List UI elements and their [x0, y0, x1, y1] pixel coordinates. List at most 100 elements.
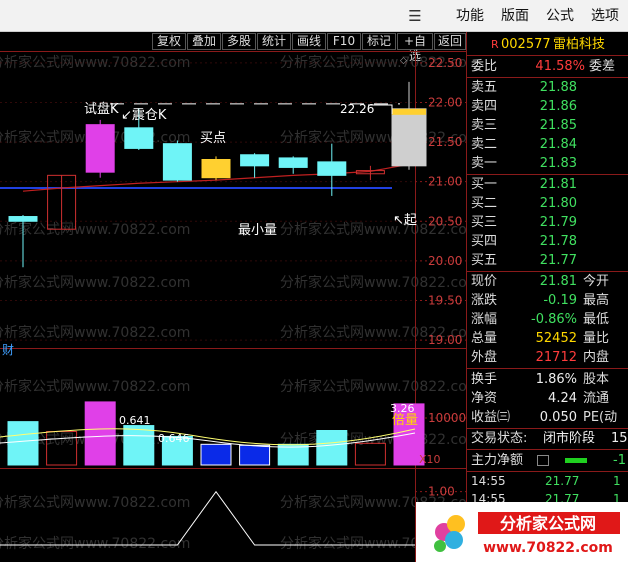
main-net-label: 主力净额	[471, 453, 524, 468]
add-watchlist-button[interactable]: +自选	[397, 33, 433, 63]
tick-price: 21.77	[545, 474, 580, 488]
sell-row: 卖一 21.83	[467, 154, 628, 173]
restore-rights-button[interactable]: 复权	[152, 33, 186, 50]
vol-axis-label: 10000	[428, 411, 466, 425]
menu-list-icon[interactable]: ☰	[405, 7, 425, 25]
stat-row: 外盘 21712 内盘	[467, 348, 628, 367]
buy4-label: 买四	[471, 234, 498, 249]
menu-layout[interactable]: 版面	[501, 6, 529, 26]
sell2-price: 21.84	[539, 137, 577, 152]
price-label: 现价	[471, 274, 498, 289]
r-marker: R	[491, 38, 499, 51]
chart-toolbar: 复权 叠加 多股 统计 画线 F10 标记 +自选 返回	[150, 32, 466, 63]
vol-annotation-1: 0.641	[119, 414, 151, 427]
sell1-price: 21.83	[539, 156, 577, 171]
stock-code[interactable]: 002577	[501, 35, 551, 54]
statistics-button[interactable]: 统计	[257, 33, 291, 50]
buy1-price: 21.81	[539, 177, 577, 192]
weibi-value: 41.58%	[535, 59, 585, 74]
volume-bar	[200, 443, 232, 466]
menu-formula[interactable]: 公式	[546, 6, 574, 26]
eps-label: 收益㈢	[471, 410, 511, 425]
stock-name[interactable]: 雷柏科技	[553, 35, 605, 54]
price-axis-label: 21.00	[428, 175, 462, 189]
draw-line-button[interactable]: 画线	[292, 33, 326, 50]
float-label: 流通	[583, 391, 610, 406]
volume-label: 总量	[471, 331, 498, 346]
volume-bar	[84, 401, 116, 466]
vol-multiplier-label[interactable]: X10	[419, 453, 441, 466]
change-value: -0.19	[543, 293, 577, 308]
sell-row: 卖三 21.85	[467, 116, 628, 135]
kline-chart-area[interactable]: 分析家公式网www.70822.com 分析家公式网www.70822.com 分析…	[0, 51, 480, 562]
sell1-label: 卖一	[471, 156, 498, 171]
watermark-logo: 分析家公式网 www.70822.com	[416, 502, 628, 562]
kline-chart-svg[interactable]: 分析家公式网www.70822.com 分析家公式网www.70822.com 分析…	[0, 51, 480, 562]
high-price-label: 22.26	[340, 102, 374, 116]
buy1-label: 买一	[471, 177, 498, 192]
open-label: 今开	[583, 274, 610, 289]
stat2-row: 收益㈢ 0.050 PE(动	[467, 408, 628, 427]
shi-pan-label: 试盘K	[84, 101, 119, 117]
share-capital-label: 股本	[583, 372, 610, 387]
quote-panel: R 002577 雷柏科技 委比 41.58% 委差 卖五 21.88 卖四 21.…	[466, 32, 628, 562]
watermark-text: 分析家公式网www.70822.com	[280, 274, 466, 291]
overlay-button[interactable]: 叠加	[187, 33, 221, 50]
candle-body	[278, 157, 308, 168]
sell3-label: 卖三	[471, 118, 498, 133]
zhen-cang-label: ↙震仓K	[121, 108, 167, 123]
watermark-text: 分析家公式网www.70822.com	[0, 378, 190, 395]
watermark-text: 分析家公式网www.70822.com	[280, 378, 466, 395]
candle-body	[391, 108, 427, 167]
main-net-value: -1	[613, 453, 626, 468]
watermark-text: 分析家公式网www.70822.com	[0, 221, 190, 238]
stock-header: R 002577 雷柏科技	[467, 35, 628, 54]
candle-body	[201, 159, 231, 179]
price-axis-label: 21.50	[428, 135, 462, 149]
stat-row: 现价 21.81 今开	[467, 272, 628, 291]
mark-button[interactable]: 标记	[362, 33, 396, 50]
sell5-label: 卖五	[471, 80, 498, 95]
stat-row: 涨跌 -0.19 最高	[467, 291, 628, 310]
expand-icon[interactable]	[537, 455, 549, 466]
menu-options[interactable]: 选项	[591, 6, 619, 26]
price-axis-label: 20.00	[428, 254, 462, 268]
finance-tag[interactable]: 财	[2, 343, 14, 357]
tick-vol: 1	[613, 474, 621, 488]
sell2-label: 卖二	[471, 137, 498, 152]
turnover-value: 1.86%	[535, 372, 577, 387]
top-menu-bar: ☰ 功能 版面 公式 选项	[0, 0, 628, 32]
price-axis-label: 19.50	[428, 293, 462, 307]
trade-status-value: 闭市阶段	[543, 431, 596, 446]
candle-body	[240, 154, 270, 167]
inner-label: 内盘	[583, 350, 610, 365]
vol-ratio-label: 量比	[583, 331, 610, 346]
turnover-label: 换手	[471, 372, 498, 387]
volume-value: 52452	[535, 331, 577, 346]
net-asset-label: 净资	[471, 391, 498, 406]
candle-cap	[392, 108, 426, 115]
min-volume-label: 最小量	[238, 223, 277, 238]
diamond-icon[interactable]: ◇	[400, 56, 407, 66]
candle-body	[317, 161, 347, 176]
high-label: 最高	[583, 293, 610, 308]
buy-row: 买四 21.78	[467, 232, 628, 251]
sell-row: 卖五 21.88	[467, 78, 628, 97]
menu-function[interactable]: 功能	[456, 6, 484, 26]
change-label: 涨跌	[471, 293, 498, 308]
weibi-row: 委比 41.58% 委差	[467, 57, 628, 76]
back-button[interactable]: 返回	[434, 33, 466, 50]
weicha-label: 委差	[589, 59, 616, 74]
sell5-price: 21.88	[539, 80, 577, 95]
eps-value: 0.050	[539, 410, 577, 425]
buy3-price: 21.79	[539, 215, 577, 230]
low-label: 最低	[583, 312, 610, 327]
candle-body	[8, 216, 38, 222]
outer-value: 21712	[535, 350, 577, 365]
multi-stock-button[interactable]: 多股	[222, 33, 256, 50]
volume-bar	[123, 425, 155, 466]
tick-time: 14:55	[471, 474, 506, 488]
vol-annotation-2: 0.646	[158, 432, 190, 445]
f10-button[interactable]: F10	[327, 33, 361, 50]
stat2-row: 换手 1.86% 股本	[467, 370, 628, 389]
